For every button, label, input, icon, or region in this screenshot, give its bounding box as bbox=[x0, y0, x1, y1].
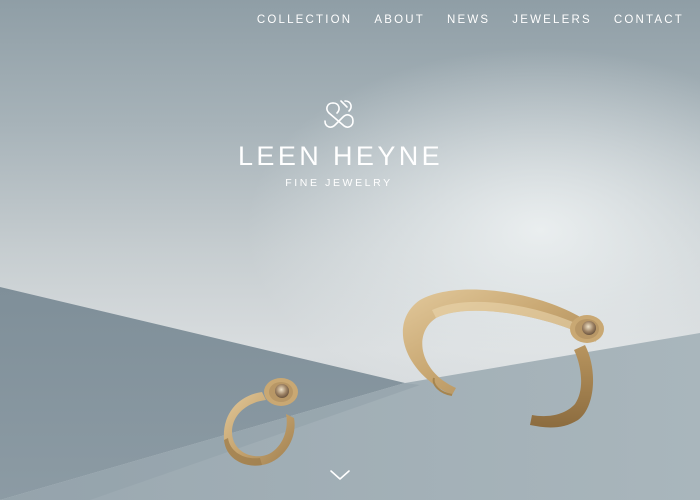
hero-section: COLLECTION ABOUT NEWS JEWELERS CONTACT L… bbox=[0, 0, 700, 500]
nav-link-collection[interactable]: COLLECTION bbox=[246, 12, 364, 28]
nav-link-about[interactable]: ABOUT bbox=[363, 12, 436, 28]
nav-link-news[interactable]: NEWS bbox=[436, 12, 501, 28]
scroll-down-button[interactable] bbox=[329, 467, 351, 483]
nav-link-contact[interactable]: CONTACT bbox=[603, 12, 690, 28]
brand-name: LEEN HEYNE bbox=[238, 141, 444, 171]
brand-tagline: FINE JEWELRY bbox=[285, 177, 393, 189]
chevron-down-icon bbox=[330, 470, 350, 480]
nav-link-jewelers[interactable]: JEWELERS bbox=[501, 12, 603, 28]
brand-logo[interactable]: LEEN HEYNE FINE JEWELRY bbox=[238, 97, 440, 189]
infinity-knot-icon bbox=[324, 100, 354, 128]
main-navigation: COLLECTION ABOUT NEWS JEWELERS CONTACT bbox=[246, 12, 690, 28]
hero-photo-jewelry bbox=[0, 287, 700, 500]
